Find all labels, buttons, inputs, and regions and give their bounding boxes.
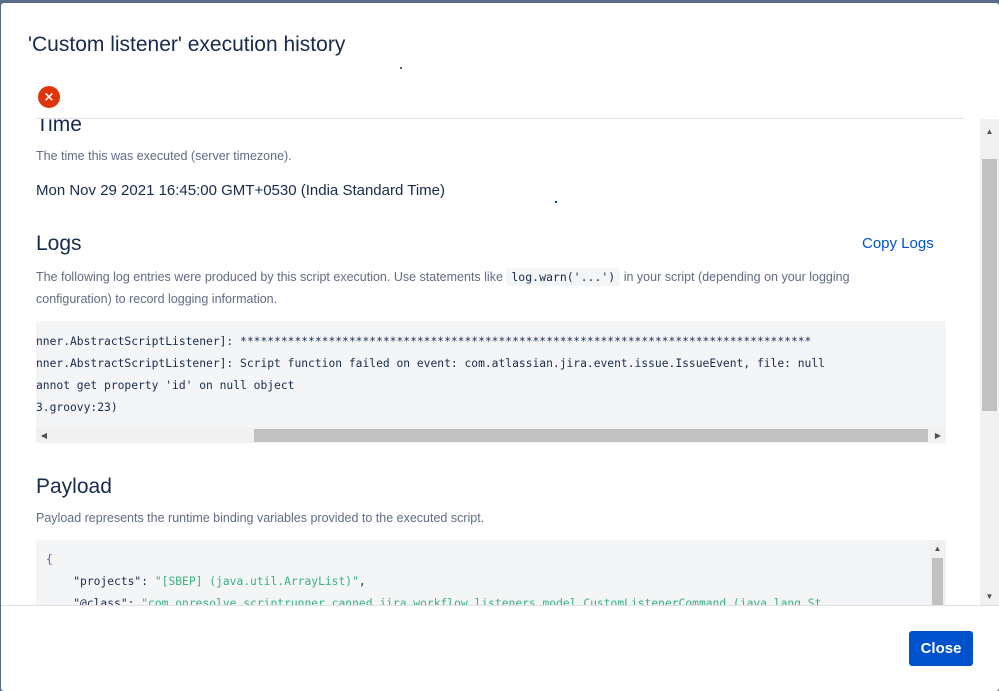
dialog-content-scroll[interactable]: Time The time this was executed (server … bbox=[1, 119, 980, 605]
log-line: nner.AbstractScriptListener]: Script fun… bbox=[36, 357, 825, 370]
time-value: Mon Nov 29 2021 16:45:00 GMT+0530 (India… bbox=[36, 182, 445, 199]
time-heading: Time bbox=[36, 119, 82, 136]
payload-heading: Payload bbox=[36, 475, 112, 498]
payload-line: { bbox=[46, 549, 926, 571]
payload-lines: { "projects": "[SBEP] (java.util.ArrayLi… bbox=[46, 549, 926, 605]
inline-code: log.warn('...') bbox=[506, 268, 621, 286]
logs-heading: Logs bbox=[36, 232, 82, 255]
payload-trail: , bbox=[358, 575, 366, 588]
payload-line: "projects": "[SBEP] (java.util.ArrayList… bbox=[73, 575, 366, 588]
payload-key: "@class" bbox=[73, 597, 128, 605]
payload-output[interactable]: { "projects": "[SBEP] (java.util.ArrayLi… bbox=[36, 540, 946, 605]
scroll-up-arrow-icon[interactable]: ▲ bbox=[980, 123, 999, 140]
close-button[interactable]: Close bbox=[909, 631, 973, 666]
time-description: The time this was executed (server timez… bbox=[36, 149, 292, 163]
payload-value: "com.onresolve.scriptrunner.canned.jira.… bbox=[141, 597, 822, 605]
logs-description: The following log entries were produced … bbox=[36, 266, 916, 310]
logs-description-text: The following log entries were produced … bbox=[36, 270, 507, 284]
open-brace: { bbox=[46, 553, 53, 566]
log-horizontal-scrollbar[interactable]: ◀ ▶ bbox=[36, 427, 946, 443]
dialog-title: 'Custom listener' execution history bbox=[28, 33, 346, 56]
log-line: nner.AbstractScriptListener]: **********… bbox=[36, 335, 812, 348]
error-icon: × bbox=[38, 86, 60, 108]
execution-history-dialog: 'Custom listener' execution history × Ti… bbox=[1, 3, 999, 691]
log-line: 3.groovy:23) bbox=[36, 401, 118, 414]
footer-divider bbox=[1, 605, 999, 606]
log-output[interactable]: nner.AbstractScriptListener]: **********… bbox=[36, 321, 946, 443]
log-lines: nner.AbstractScriptListener]: **********… bbox=[36, 331, 946, 419]
scrollbar-thumb[interactable] bbox=[254, 429, 928, 442]
decorative-dot bbox=[555, 201, 557, 203]
payload-description: Payload represents the runtime binding v… bbox=[36, 511, 485, 525]
payload-line: "@class": "com.onresolve.scriptrunner.ca… bbox=[46, 593, 926, 605]
scroll-up-arrow-icon[interactable]: ▲ bbox=[929, 540, 946, 557]
scroll-right-arrow-icon[interactable]: ▶ bbox=[930, 427, 946, 443]
scrollbar-thumb[interactable] bbox=[932, 558, 943, 605]
dialog-vertical-scrollbar[interactable]: ▲ ▼ bbox=[980, 119, 999, 605]
log-line: annot get property 'id' on null object bbox=[36, 379, 295, 392]
payload-value: "[SBEP] (java.util.ArrayList)" bbox=[154, 575, 359, 588]
scrollbar-thumb[interactable] bbox=[982, 159, 997, 411]
scroll-left-arrow-icon[interactable]: ◀ bbox=[36, 427, 52, 443]
payload-key: "projects" bbox=[73, 575, 142, 588]
copy-logs-link[interactable]: Copy Logs bbox=[862, 235, 934, 252]
scroll-down-arrow-icon[interactable]: ▼ bbox=[980, 588, 999, 605]
payload-vertical-scrollbar[interactable]: ▲ bbox=[929, 540, 946, 605]
decorative-dot bbox=[400, 67, 402, 69]
